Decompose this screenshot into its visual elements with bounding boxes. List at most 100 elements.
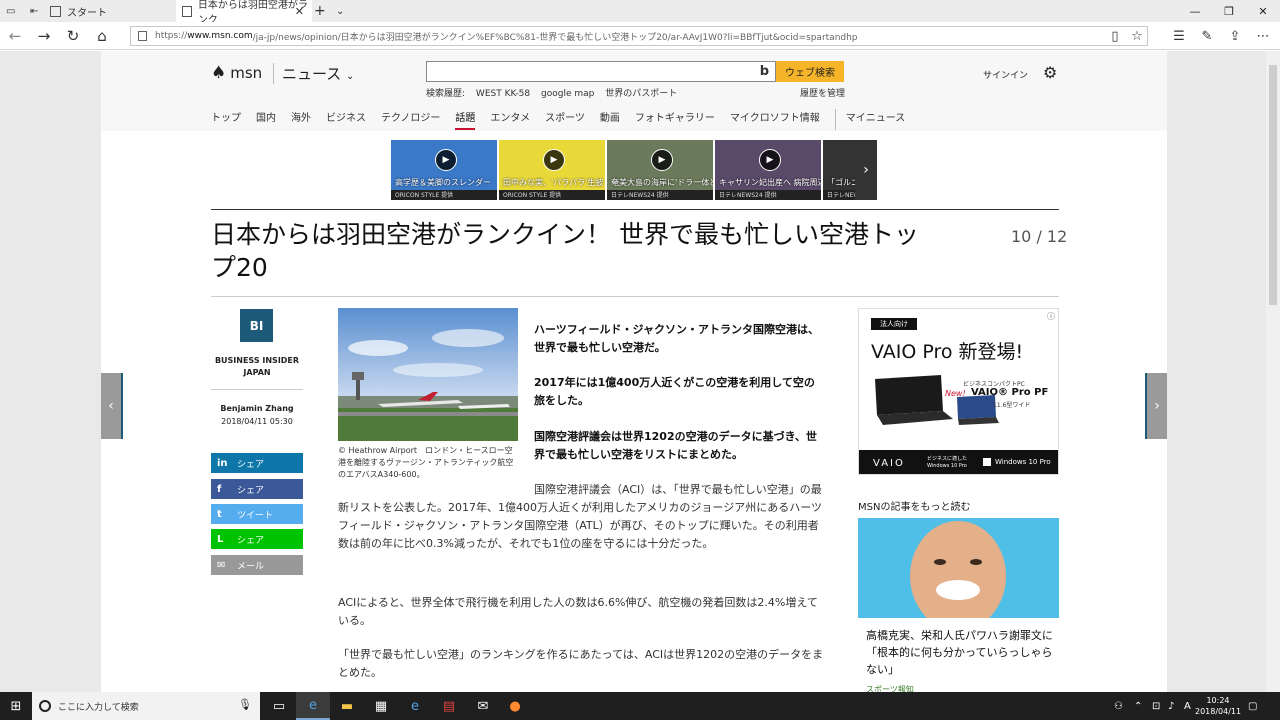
restore-icon[interactable]: ❐ [1212, 0, 1246, 22]
share-mail-button[interactable]: ✉ メール [211, 555, 303, 575]
section-label: ニュース [282, 65, 342, 83]
close-window-icon[interactable]: ✕ [1246, 0, 1280, 22]
play-icon[interactable]: ▶ [543, 149, 565, 171]
previous-slide-button[interactable]: ‹ [101, 373, 123, 439]
url-field[interactable]: https://www.msn.com/ja-jp/news/opinion/日… [130, 26, 1148, 46]
nav-item-video[interactable]: 動画 [600, 109, 620, 130]
next-slide-button[interactable]: › [1145, 373, 1167, 439]
history-item[interactable]: 世界のパスポート [605, 89, 677, 99]
article-photo[interactable] [338, 308, 518, 441]
signin-link[interactable]: サインイン [983, 68, 1028, 81]
taskbar-clock[interactable]: 10:24 2018/04/11 [1195, 695, 1241, 717]
search-input[interactable]: b [426, 61, 776, 82]
share-twitter-button[interactable]: t ツイート [211, 504, 303, 524]
video-source: 日テレNEWS24 提供 [715, 190, 821, 200]
task-view-icon[interactable]: ▭ [262, 692, 296, 720]
play-icon[interactable]: ▶ [759, 149, 781, 171]
play-icon[interactable]: ▶ [651, 149, 673, 171]
share-linkedin-button[interactable]: in シェア [211, 453, 303, 473]
store-icon[interactable]: ▦ [364, 692, 398, 720]
video-card[interactable]: ▶ 田中みな実、'パラパラ'生披 ORICON STYLE 提供 [499, 140, 605, 200]
minimize-icon[interactable]: — [1178, 0, 1212, 22]
share-label: シェア [237, 535, 265, 546]
ad-choices-icon[interactable]: ⓘ [1047, 311, 1055, 322]
tab-start[interactable]: スタート [50, 0, 176, 22]
favorite-star-icon[interactable]: ☆ [1126, 26, 1148, 46]
nav-item-topics[interactable]: 話題 [455, 109, 476, 130]
nav-item-microsoft[interactable]: マイクロソフト情報 [730, 109, 820, 130]
nav-item-domestic[interactable]: 国内 [256, 109, 276, 130]
page-scrollbar[interactable] [1266, 51, 1280, 692]
windows-start-icon[interactable]: ⊞ [0, 692, 32, 720]
gear-icon[interactable]: ⚙ [1043, 63, 1057, 82]
reading-view-icon[interactable]: ▯ [1104, 26, 1126, 46]
microphone-icon[interactable]: 🎙 [238, 698, 252, 711]
video-caption: 高学歴＆美脚のスレンダー [395, 178, 491, 187]
network-icon[interactable]: ⊡ [1152, 692, 1160, 720]
play-icon[interactable]: ▶ [435, 149, 457, 171]
windows-taskbar: ⊞ ここに入力して検索 🎙 ▭ e ▬ ▦ e ▤ ✉ ● ⚇ ⌃ ⊡ ♪ A … [0, 692, 1280, 720]
set-aside-tabs-button[interactable]: ⇤ [30, 0, 50, 22]
history-item[interactable]: WEST KK-58 [476, 89, 530, 99]
web-search-button[interactable]: ウェブ検索 [776, 61, 844, 82]
volume-icon[interactable]: ♪ [1168, 692, 1174, 720]
video-card[interactable]: ▶ 高学歴＆美脚のスレンダー ORICON STYLE 提供 [391, 140, 497, 200]
video-card[interactable]: 「ゴルニ 日テレNEWS [823, 140, 855, 200]
nav-item-business[interactable]: ビジネス [326, 109, 366, 130]
nav-item-entertainment[interactable]: エンタメ [490, 109, 530, 130]
tab-article[interactable]: 日本からは羽田空港がランク ✕ [176, 0, 312, 26]
back-arrow-icon[interactable]: ← [4, 26, 26, 46]
vaio-advertisement[interactable]: 法人向け ⓘ VAIO Pro 新登場! ビジネスコンパクトPC New! VA… [858, 308, 1059, 475]
nav-item-my-news[interactable]: マイニュース [834, 109, 905, 130]
edge-browser-icon[interactable]: e [296, 692, 330, 720]
share-icon[interactable]: ⇪ [1224, 26, 1246, 46]
ime-icon[interactable]: A [1184, 692, 1191, 720]
publisher-logo[interactable]: BI [240, 309, 273, 342]
tab-list-chevron-icon[interactable]: ⌄ [336, 0, 354, 22]
more-article-image[interactable] [858, 518, 1059, 618]
more-menu-icon[interactable]: ⋯ [1252, 26, 1274, 46]
facebook-icon: f [217, 483, 222, 495]
scrollbar-thumb[interactable] [1269, 65, 1277, 305]
clock-date: 2018/04/11 [1195, 707, 1242, 716]
internet-explorer-icon[interactable]: e [398, 692, 432, 720]
forward-arrow-icon[interactable]: → [33, 26, 55, 46]
msn-logo[interactable]: ♠ msn [211, 63, 262, 83]
video-card[interactable]: ▶ キャサリン妃出産へ 病院周辺で駐車規制 日テレNEWS24 提供 [715, 140, 821, 200]
firefox-icon[interactable]: ● [498, 692, 532, 720]
nav-item-photo-gallery[interactable]: フォトギャラリー [635, 109, 715, 130]
more-article-headline[interactable]: 高橋克実、栄和人氏パワハラ謝罪文に「根本的に何も分かっていらっしゃらない」 [866, 627, 1056, 678]
taskbar-search-box[interactable]: ここに入力して検索 🎙 [32, 692, 260, 720]
share-label: シェア [237, 459, 265, 470]
nav-item-sports[interactable]: スポーツ [545, 109, 585, 130]
manage-history-link[interactable]: 履歴を管理 [800, 86, 845, 99]
share-facebook-button[interactable]: f シェア [211, 479, 303, 499]
new-tab-button[interactable]: + [314, 0, 332, 22]
tab-preview-button[interactable]: ▭ [6, 0, 30, 22]
favorites-hub-icon[interactable]: ☰ [1168, 26, 1190, 46]
nav-item-top[interactable]: トップ [211, 109, 241, 130]
people-icon[interactable]: ⚇ [1114, 692, 1123, 720]
body-paragraph: 国際空港評議会（ACI）は、「世界で最も忙しい空港」の最新リストを公表した。20… [338, 483, 822, 550]
pen-notes-icon[interactable]: ✎ [1196, 26, 1218, 46]
lead-paragraph: ハーツフィールド・ジャクソン・アトランタ国際空港は、世界で最も忙しい空港だ。 [534, 323, 820, 354]
notification-icon[interactable]: ▢ [1248, 692, 1257, 720]
file-explorer-icon[interactable]: ▬ [330, 692, 364, 720]
mail-app-icon[interactable]: ✉ [466, 692, 500, 720]
history-item[interactable]: google map [541, 89, 594, 99]
nav-item-world[interactable]: 海外 [291, 109, 311, 130]
chevron-right-icon[interactable]: › [855, 140, 877, 200]
bing-icon[interactable]: b [760, 64, 769, 79]
video-card[interactable]: ▶ 奄美大島の海岸に'ドラ一体どこから 日テレNEWS24 提供 [607, 140, 713, 200]
refresh-icon[interactable]: ↻ [62, 26, 84, 46]
back-tabs-icon: ⇤ [30, 5, 39, 17]
app-icon[interactable]: ▤ [432, 692, 466, 720]
home-icon[interactable]: ⌂ [91, 26, 113, 46]
section-dropdown[interactable]: ニュース ⌄ [273, 63, 354, 84]
body-paragraph: 「世界で最も忙しい空港」のランキングを作るにあたっては、ACIは世界1202の空… [338, 648, 824, 679]
video-strip: ▶ 高学歴＆美脚のスレンダー ORICON STYLE 提供 ▶ 田中みな実、'… [391, 140, 877, 200]
share-line-button[interactable]: L シェア [211, 529, 303, 549]
tray-chevron-up-icon[interactable]: ⌃ [1134, 692, 1142, 720]
close-tab-icon[interactable]: ✕ [295, 5, 304, 18]
nav-item-technology[interactable]: テクノロジー [381, 109, 440, 130]
